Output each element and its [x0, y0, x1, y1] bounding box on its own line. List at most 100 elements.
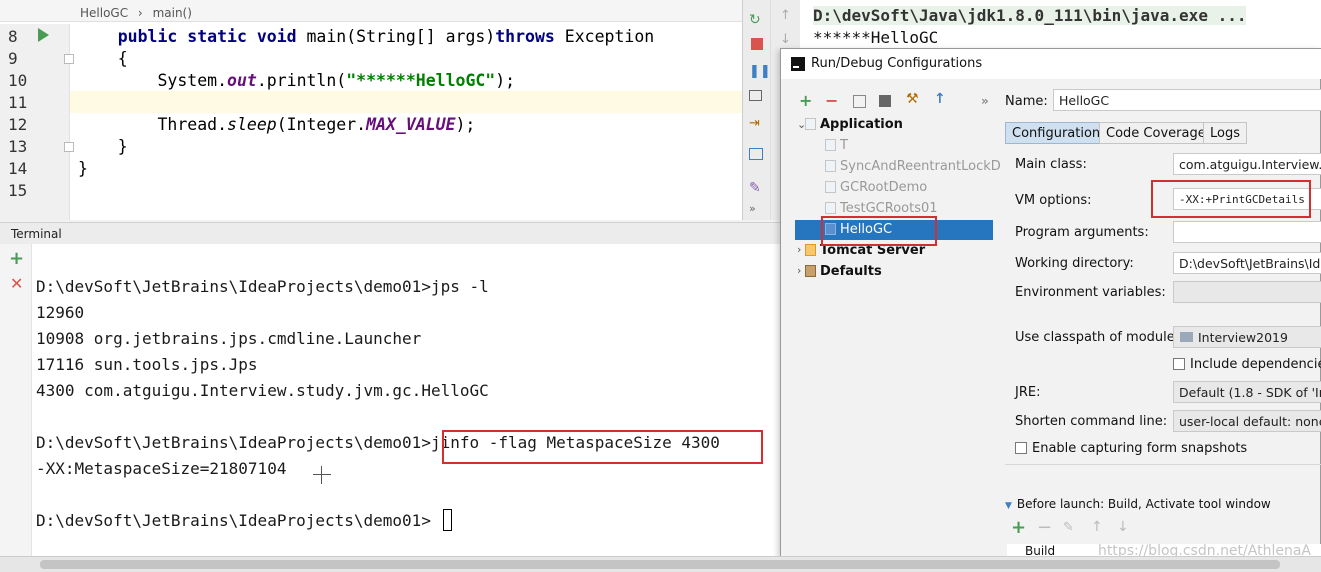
- mouse-crosshair: [321, 466, 322, 484]
- console-line: D:\devSoft\Java\jdk1.8.0_111\bin\java.ex…: [813, 6, 1247, 25]
- line-number: 11: [8, 93, 28, 112]
- layout-icon[interactable]: [749, 148, 763, 160]
- wrench-icon[interactable]: ⚒: [906, 91, 919, 107]
- move-up-icon[interactable]: ↑: [1091, 519, 1103, 535]
- main-class-field[interactable]: com.atguigu.Interview.stu: [1173, 153, 1321, 175]
- terminal-line: D:\devSoft\JetBrains\IdeaProjects\demo01…: [36, 277, 489, 296]
- remove-config-icon[interactable]: −: [825, 91, 838, 110]
- remove-task-icon[interactable]: −: [1037, 517, 1052, 538]
- more-icon[interactable]: »: [981, 94, 989, 108]
- code-line: }: [78, 137, 128, 156]
- jre-label: JRE:: [1015, 385, 1041, 400]
- highlight-box: [442, 430, 763, 464]
- shorten-cmd-select[interactable]: user-local default: none: [1173, 410, 1321, 432]
- breadcrumb: HelloGC › main(): [0, 0, 742, 22]
- add-task-icon[interactable]: +: [1011, 517, 1026, 538]
- save-config-icon[interactable]: [879, 95, 891, 107]
- before-launch-header[interactable]: ▼ Before launch: Build, Activate tool win…: [1005, 497, 1271, 511]
- exit-icon[interactable]: ⇥: [749, 116, 765, 132]
- copy-config-icon[interactable]: [853, 95, 866, 108]
- line-number: 10: [8, 71, 28, 90]
- capture-snapshots-checkbox[interactable]: Enable capturing form snapshots: [1015, 441, 1247, 456]
- line-number: 8: [8, 27, 18, 46]
- terminal-panel[interactable]: + ✕ D:\devSoft\JetBrains\IdeaProjects\de…: [0, 244, 780, 556]
- breadcrumb-method[interactable]: main(): [153, 6, 192, 20]
- camera-icon[interactable]: [749, 90, 762, 101]
- code-editor[interactable]: HelloGC › main() 8 9 10 11 12 13 14 15 public s…: [0, 0, 742, 220]
- fold-icon[interactable]: [64, 142, 74, 152]
- tomcat-icon: [805, 244, 816, 256]
- line-number: 9: [8, 49, 18, 68]
- line-number: 13: [8, 137, 28, 156]
- chevron-right-icon[interactable]: ›: [797, 243, 801, 256]
- line-number: 14: [8, 159, 28, 178]
- dialog-title: Run/Debug Configurations: [811, 56, 983, 71]
- stop-icon[interactable]: [751, 38, 763, 50]
- program-args-field[interactable]: [1173, 221, 1321, 243]
- checkbox[interactable]: [1173, 358, 1185, 370]
- terminal-side-toolbar: + ✕: [0, 244, 32, 556]
- edit-task-icon[interactable]: ✎: [1063, 520, 1074, 535]
- tree-node-application[interactable]: Application: [805, 115, 903, 135]
- move-up-icon[interactable]: ↑: [934, 91, 946, 107]
- classpath-select[interactable]: Interview2019: [1173, 326, 1321, 348]
- console-line: ******HelloGC: [813, 28, 939, 47]
- up-arrow-icon[interactable]: ↑: [780, 8, 791, 23]
- terminal-line: D:\devSoft\JetBrains\IdeaProjects\demo01…: [36, 511, 431, 530]
- module-folder-icon: [1180, 332, 1193, 342]
- scrollbar-thumb[interactable]: [40, 560, 1280, 569]
- horizontal-scrollbar[interactable]: [0, 556, 1321, 572]
- config-tabs: Configuration Code Coverage Logs: [1005, 122, 1321, 144]
- mouse-crosshair: [313, 474, 331, 475]
- code-line: {: [78, 49, 128, 68]
- env-vars-field[interactable]: [1173, 281, 1321, 303]
- tab-logs[interactable]: Logs: [1203, 122, 1247, 144]
- highlight-box: [1151, 180, 1311, 218]
- close-session-icon[interactable]: ✕: [10, 274, 23, 293]
- class-icon: [825, 160, 836, 172]
- name-field[interactable]: HelloGC: [1053, 89, 1321, 111]
- pause-icon[interactable]: ❚❚: [749, 64, 771, 80]
- class-icon: [825, 139, 836, 151]
- tree-node-config[interactable]: GCRootDemo: [825, 178, 927, 198]
- fold-icon[interactable]: [64, 54, 74, 64]
- move-down-icon[interactable]: ↓: [1117, 519, 1129, 535]
- config-editor: Name: HelloGC Configuration Code Coverag…: [1005, 89, 1321, 560]
- run-gutter-icon[interactable]: [38, 28, 49, 42]
- code-line: System.out.println("******HelloGC");: [78, 71, 516, 90]
- code-line: public static void main(String[] args)th…: [117, 27, 655, 46]
- terminal-line: -XX:MetaspaceSize=21807104: [36, 459, 287, 478]
- checkbox[interactable]: [1015, 442, 1027, 454]
- class-icon: [825, 202, 836, 214]
- terminal-line: 12960: [36, 303, 85, 322]
- config-toolbar: + − ⚒ ↑ »: [781, 89, 993, 113]
- code-line: }: [78, 159, 88, 178]
- pin-icon[interactable]: ✎: [749, 180, 765, 196]
- chevron-right-icon[interactable]: ›: [797, 264, 801, 277]
- tab-code-coverage[interactable]: Code Coverage: [1099, 122, 1213, 144]
- terminal-cursor: [443, 509, 452, 531]
- intellij-logo-icon: [791, 57, 805, 71]
- add-session-icon[interactable]: +: [9, 248, 24, 269]
- working-dir-field[interactable]: D:\devSoft\JetBrains\Ide: [1173, 252, 1321, 274]
- terminal-line: 17116 sun.tools.jps.Jps: [36, 355, 258, 374]
- working-dir-label: Working directory:: [1015, 256, 1134, 271]
- tab-configuration[interactable]: Configuration: [1005, 122, 1108, 144]
- main-class-label: Main class:: [1015, 157, 1087, 172]
- dialog-titlebar: Run/Debug Configurations: [781, 49, 1321, 79]
- jre-select[interactable]: Default (1.8 - SDK of 'Int: [1173, 381, 1321, 403]
- rerun-icon[interactable]: ↻: [749, 12, 765, 28]
- tree-node-config[interactable]: SyncAndReentrantLockD: [825, 157, 1001, 177]
- down-arrow-icon[interactable]: ↓: [780, 32, 791, 47]
- divider: [1005, 464, 1321, 465]
- include-deps-checkbox[interactable]: Include dependencies w: [1173, 357, 1321, 372]
- tree-node-config[interactable]: T: [825, 136, 848, 156]
- line-number-gutter: 8 9 10 11 12 13 14 15: [0, 24, 70, 220]
- add-config-icon[interactable]: +: [799, 91, 812, 110]
- terminal-title[interactable]: Terminal: [11, 227, 62, 241]
- tree-node-defaults[interactable]: Defaults: [805, 262, 882, 282]
- more-icon[interactable]: »: [749, 202, 765, 218]
- breadcrumb-class[interactable]: HelloGC: [80, 6, 128, 20]
- line-number: 12: [8, 115, 28, 134]
- terminal-line: 10908 org.jetbrains.jps.cmdline.Launcher: [36, 329, 422, 348]
